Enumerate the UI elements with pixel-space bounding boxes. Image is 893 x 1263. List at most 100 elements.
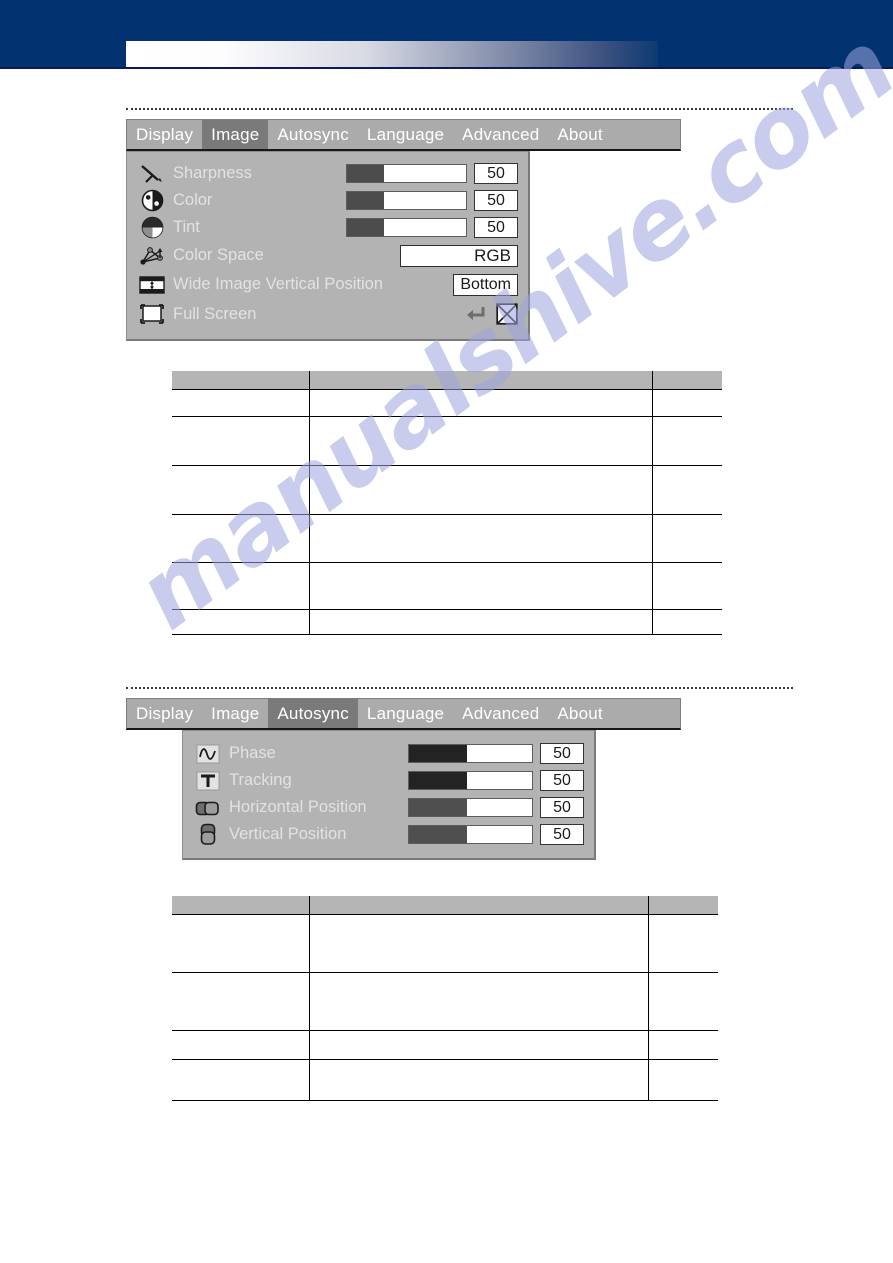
- osd-label-vertical-position: Vertical Position: [229, 825, 347, 843]
- table-cell: [172, 416, 310, 466]
- table-cell: [309, 609, 653, 635]
- table-row: [172, 389, 722, 417]
- slider-tracking[interactable]: [408, 771, 533, 790]
- table-cell: [648, 914, 718, 973]
- osd-row-full-screen: Full Screen: [135, 299, 518, 329]
- table-row: [172, 1059, 718, 1101]
- value-phase[interactable]: 50: [540, 743, 584, 764]
- osd-row-color-space: Color Space RGB: [135, 241, 518, 270]
- table-cell: [172, 1030, 310, 1060]
- tab-display[interactable]: Display: [127, 699, 202, 728]
- osd-label-tracking: Tracking: [229, 771, 292, 789]
- table-cell: [309, 514, 653, 563]
- horizontal-position-icon: [191, 796, 225, 820]
- table-header-cell-2: [309, 896, 649, 915]
- table-cell: [172, 514, 310, 563]
- slider-vertical-position-fill: [409, 826, 467, 843]
- slider-phase-fill: [409, 745, 467, 762]
- table-row: [172, 562, 722, 610]
- osd-image-tabbar: Display Image Autosync Language Advanced…: [126, 119, 681, 151]
- osd-label-full-screen: Full Screen: [173, 304, 257, 323]
- table-cell: [172, 914, 310, 973]
- slider-vertical-position[interactable]: [408, 825, 533, 844]
- button-wide-image-vertical-position[interactable]: Bottom: [453, 273, 518, 296]
- slider-horizontal-position[interactable]: [408, 798, 533, 817]
- osd-row-vertical-position: Vertical Position 50: [191, 821, 584, 848]
- table-cell: [172, 609, 310, 635]
- table-header-cell-3: [648, 896, 718, 915]
- table-header-row: [172, 371, 722, 390]
- tab-image[interactable]: Image: [202, 699, 268, 728]
- table-cell: [309, 562, 653, 610]
- table-header-row: [172, 896, 718, 915]
- enter-key-icon: [464, 304, 486, 324]
- page-header-band: [0, 0, 893, 69]
- select-color-space[interactable]: RGB: [400, 244, 518, 267]
- full-screen-checkbox[interactable]: [496, 303, 518, 325]
- sharpness-icon: [135, 162, 169, 186]
- tab-image[interactable]: Image: [202, 120, 269, 149]
- slider-horizontal-position-fill: [409, 799, 467, 816]
- value-vertical-position[interactable]: 50: [540, 824, 584, 845]
- table-cell: [309, 465, 653, 515]
- osd-image-menu: Display Image Autosync Language Advanced…: [126, 119, 681, 341]
- slider-color[interactable]: [346, 191, 467, 210]
- osd-autosync-body: Phase 50 Tracking 50 Horizontal Position…: [182, 730, 596, 860]
- osd-row-wide-image-vertical-position: Wide Image Vertical Position Bottom: [135, 270, 518, 299]
- value-horizontal-position[interactable]: 50: [540, 797, 584, 818]
- tab-language[interactable]: Language: [358, 120, 453, 149]
- color-space-icon: [135, 244, 169, 268]
- table-cell: [309, 416, 653, 466]
- table-cell: [172, 562, 310, 610]
- header-gradient-bar: [126, 41, 658, 67]
- table-cell: [172, 1059, 310, 1101]
- slider-sharpness-fill: [347, 165, 384, 182]
- tab-about[interactable]: About: [548, 120, 611, 149]
- tab-language[interactable]: Language: [358, 699, 453, 728]
- tab-display[interactable]: Display: [127, 120, 202, 149]
- osd-label-horizontal-position: Horizontal Position: [229, 798, 367, 816]
- table-row: [172, 914, 718, 973]
- tab-advanced[interactable]: Advanced: [453, 120, 548, 149]
- image-menu-table: [172, 371, 722, 635]
- slider-tint[interactable]: [346, 218, 467, 237]
- table-cell: [172, 389, 310, 417]
- osd-label-sharpness: Sharpness: [173, 164, 252, 182]
- table-header-cell-1: [172, 896, 310, 915]
- osd-label-phase: Phase: [229, 744, 276, 762]
- osd-row-tint: Tint 50: [135, 214, 518, 241]
- value-tracking[interactable]: 50: [540, 770, 584, 791]
- osd-autosync-menu: Display Image Autosync Language Advanced…: [126, 698, 681, 860]
- section-divider-bottom: [126, 687, 793, 689]
- table-cell: [309, 1059, 649, 1101]
- table-cell: [652, 514, 722, 563]
- table-cell: [652, 389, 722, 417]
- table-cell: [652, 416, 722, 466]
- table-row: [172, 514, 722, 563]
- slider-tint-fill: [347, 219, 384, 236]
- tab-autosync[interactable]: Autosync: [268, 120, 358, 149]
- table-cell: [652, 562, 722, 610]
- table-cell: [648, 972, 718, 1031]
- table-cell: [172, 465, 310, 515]
- osd-row-tracking: Tracking 50: [191, 767, 584, 794]
- tab-autosync[interactable]: Autosync: [268, 699, 358, 728]
- value-tint[interactable]: 50: [474, 217, 518, 238]
- slider-sharpness[interactable]: [346, 164, 467, 183]
- table-header-cell-3: [652, 371, 722, 390]
- table-row: [172, 465, 722, 515]
- full-screen-icon: [135, 302, 169, 326]
- osd-row-color: Color 50: [135, 187, 518, 214]
- table-header-cell-2: [309, 371, 653, 390]
- table-cell: [309, 1030, 649, 1060]
- table-cell: [309, 389, 653, 417]
- value-color[interactable]: 50: [474, 190, 518, 211]
- vertical-position-icon: [191, 823, 225, 847]
- value-sharpness[interactable]: 50: [474, 163, 518, 184]
- tint-icon: [135, 216, 169, 240]
- tab-about[interactable]: About: [548, 699, 611, 728]
- phase-icon: [191, 742, 225, 766]
- slider-phase[interactable]: [408, 744, 533, 763]
- table-cell: [652, 609, 722, 635]
- tab-advanced[interactable]: Advanced: [453, 699, 548, 728]
